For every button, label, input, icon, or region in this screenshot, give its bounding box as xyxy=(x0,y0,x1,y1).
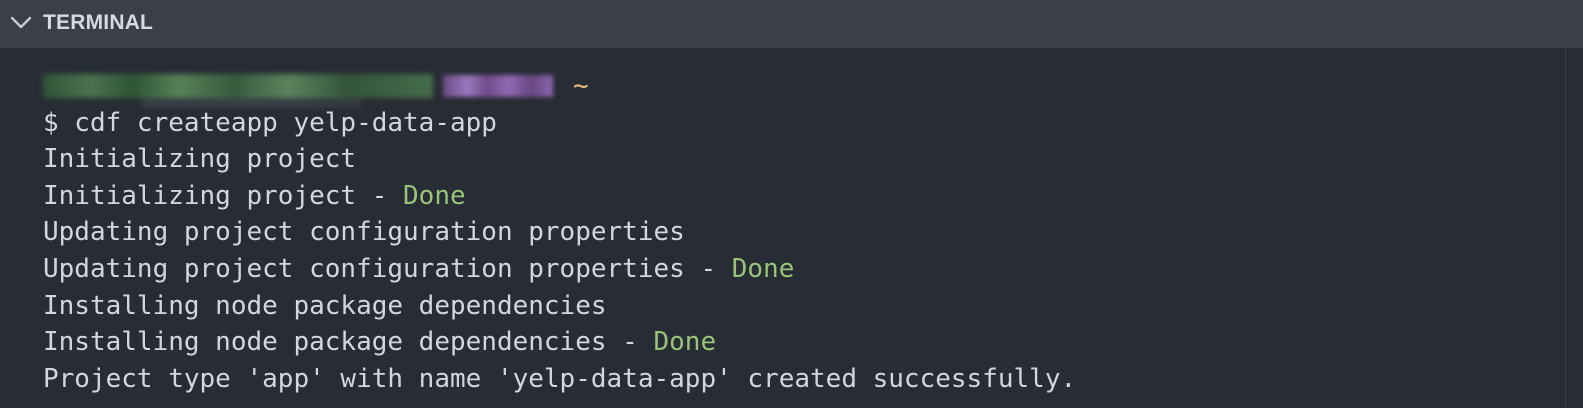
status-done: Done xyxy=(653,327,717,358)
terminal-scrollbar[interactable] xyxy=(1565,48,1583,408)
status-done: Done xyxy=(731,253,795,284)
terminal-line: Project type 'app' with name 'yelp-data-… xyxy=(43,363,1077,394)
terminal-title[interactable]: TERMINAL xyxy=(43,11,153,35)
terminal-line: Updating project configuration propertie… xyxy=(43,253,795,284)
status-done: Done xyxy=(403,180,466,211)
terminal-line: Updating project configuration propertie… xyxy=(43,217,685,248)
terminal-lines: ~ $ cdf createapp yelp-data-app Initiali… xyxy=(43,68,1076,397)
prompt-line: ~ xyxy=(43,68,1076,105)
chevron-down-icon[interactable] xyxy=(9,13,33,33)
redacted-host xyxy=(443,75,553,98)
redacted-user-host xyxy=(43,74,433,99)
terminal-line-command: $ cdf createapp yelp-data-app xyxy=(43,107,497,138)
terminal-panel-header: TERMINAL xyxy=(0,0,1583,48)
terminal-line: Initializing project - Done xyxy=(43,180,466,211)
chevron-down-icon-svg xyxy=(10,16,32,29)
terminal-line: Installing node package dependencies - D… xyxy=(43,327,717,358)
terminal-line: Installing node package dependencies xyxy=(43,290,607,321)
terminal-line: Initializing project xyxy=(43,144,357,175)
current-directory: ~ xyxy=(573,71,589,101)
